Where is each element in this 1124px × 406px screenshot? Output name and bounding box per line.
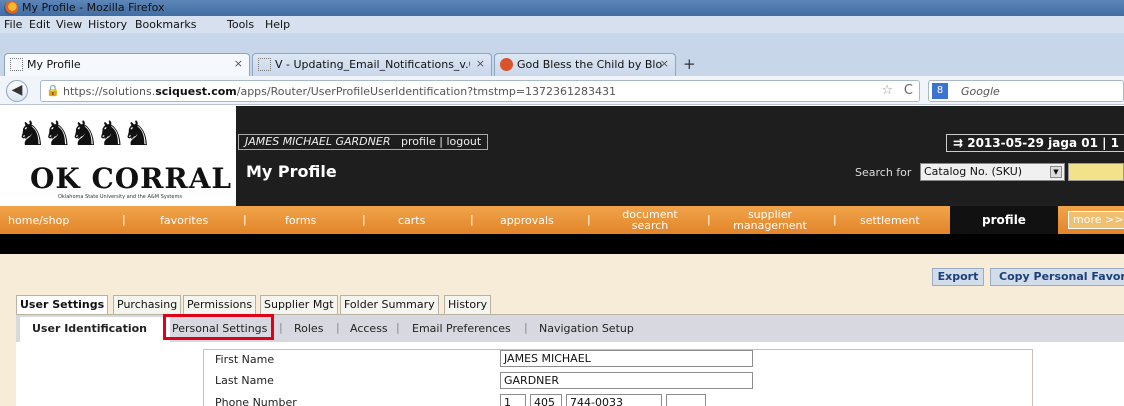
subtab-navigation-setup[interactable]: Navigation Setup bbox=[539, 322, 634, 335]
subtab-roles[interactable]: Roles bbox=[294, 322, 323, 335]
chevron-down-icon: ▼ bbox=[1050, 166, 1062, 178]
new-tab-button[interactable]: + bbox=[683, 55, 696, 73]
page-icon bbox=[10, 58, 23, 71]
app-header: ♞♞♞♞♞ OK CORRAL Oklahoma State Universit… bbox=[0, 106, 1124, 206]
phone-number-label: Phone Number bbox=[215, 396, 297, 406]
menu-tools[interactable]: Tools bbox=[227, 18, 254, 31]
tab-user-settings[interactable]: User Settings bbox=[16, 295, 109, 314]
window-title-bar: My Profile - Mozilla Firefox bbox=[0, 0, 1124, 16]
export-button[interactable]: Export bbox=[932, 268, 984, 286]
menu-bookmarks[interactable]: Bookmarks bbox=[135, 18, 196, 31]
site-icon bbox=[500, 58, 513, 71]
nav-carts[interactable]: carts bbox=[398, 215, 425, 226]
nav-home-shop[interactable]: home/shop bbox=[8, 215, 69, 226]
subtab-email-preferences[interactable]: Email Preferences bbox=[412, 322, 511, 335]
reload-icon[interactable]: C bbox=[904, 83, 913, 98]
tab-close-icon[interactable]: × bbox=[660, 57, 669, 70]
url-bar[interactable]: 🔒 https://solutions.sciquest.com/apps/Ro… bbox=[40, 80, 920, 102]
page-title: My Profile bbox=[246, 162, 337, 181]
menu-history[interactable]: History bbox=[88, 18, 127, 31]
nav-supplier-management[interactable]: supplier management bbox=[720, 209, 820, 231]
riders-logo-graphic: ♞♞♞♞♞ bbox=[16, 114, 152, 154]
tab-god-bless-the-child[interactable]: God Bless the Child by Blood, Sweat ... … bbox=[494, 53, 676, 76]
header-divider-band bbox=[0, 234, 1124, 254]
firefox-icon bbox=[4, 1, 18, 15]
page-icon bbox=[258, 58, 271, 71]
logo-tagline: Oklahoma State University and the A&M Sy… bbox=[58, 194, 182, 200]
last-name-field[interactable]: GARDNER bbox=[500, 372, 753, 389]
lock-icon: 🔒 bbox=[46, 84, 60, 97]
user-box: JAMES MICHAEL GARDNER profile | logout bbox=[238, 134, 489, 150]
nav-favorites[interactable]: favorites bbox=[160, 215, 208, 226]
nav-more[interactable]: more >> bbox=[1068, 211, 1124, 229]
tab-permissions[interactable]: Permissions bbox=[183, 295, 257, 314]
tab-close-icon[interactable]: × bbox=[476, 57, 485, 70]
tab-purchasing[interactable]: Purchasing bbox=[113, 295, 182, 314]
phone-area-field[interactable]: 405 bbox=[530, 394, 562, 406]
tab-supplier-mgt[interactable]: Supplier Mgt bbox=[260, 295, 338, 314]
phone-country-field[interactable]: 1 bbox=[500, 394, 526, 406]
phone-number-field[interactable]: 744-0033 bbox=[566, 394, 662, 406]
menu-bar: File Edit View History Bookmarks Tools H… bbox=[0, 16, 1124, 33]
red-highlight-box bbox=[163, 314, 274, 340]
subtab-user-identification[interactable]: User Identification bbox=[32, 322, 147, 335]
bookmark-star-icon[interactable]: ☆ bbox=[881, 83, 893, 98]
menu-view[interactable]: View bbox=[56, 18, 82, 31]
logout-link[interactable]: logout bbox=[446, 135, 481, 148]
user-name: JAMES MICHAEL GARDNER bbox=[245, 135, 391, 148]
google-icon[interactable]: 8 bbox=[932, 83, 948, 99]
tab-my-profile[interactable]: My Profile × bbox=[4, 53, 250, 76]
first-name-label: First Name bbox=[215, 353, 275, 366]
nav-settlement[interactable]: settlement bbox=[860, 215, 920, 226]
cart-date-box[interactable]: ⇉ 2013-05-29 jaga 01 | 1 bbox=[946, 134, 1124, 152]
back-button[interactable]: ◀ bbox=[6, 80, 28, 102]
url-text: https://solutions.sciquest.com/apps/Rout… bbox=[63, 85, 617, 98]
tab-history[interactable]: History bbox=[444, 295, 492, 314]
tab-updating-email[interactable]: V - Updating_Email_Notifications_v.0....… bbox=[252, 53, 492, 76]
logo-text: OK CORRAL bbox=[30, 162, 233, 195]
search-for-label: Search for bbox=[855, 166, 912, 179]
browser-tab-strip: My Profile × V - Updating_Email_Notifica… bbox=[0, 33, 1124, 76]
tab-folder-summary[interactable]: Folder Summary bbox=[340, 295, 439, 314]
tab-close-icon[interactable]: × bbox=[234, 57, 243, 70]
nav-document-search[interactable]: document search bbox=[610, 209, 690, 231]
search-type-select[interactable]: Catalog No. (SKU) ▼ bbox=[920, 163, 1065, 181]
main-nav: home/shop | favorites | forms | carts | … bbox=[0, 206, 1124, 234]
menu-file[interactable]: File bbox=[4, 18, 22, 31]
nav-approvals[interactable]: approvals bbox=[500, 215, 554, 226]
search-placeholder: Google bbox=[961, 85, 1000, 98]
profile-link[interactable]: profile bbox=[401, 135, 436, 148]
subtab-access[interactable]: Access bbox=[350, 322, 388, 335]
menu-edit[interactable]: Edit bbox=[29, 18, 50, 31]
search-bar[interactable]: 8 Google bbox=[928, 80, 1124, 102]
last-name-label: Last Name bbox=[215, 374, 274, 387]
phone-extension-field[interactable] bbox=[666, 394, 706, 406]
navigation-bar: ◀ 🔒 https://solutions.sciquest.com/apps/… bbox=[0, 76, 1124, 105]
first-name-field[interactable]: JAMES MICHAEL bbox=[500, 350, 753, 367]
window-title: My Profile - Mozilla Firefox bbox=[22, 1, 165, 14]
nav-profile[interactable]: profile bbox=[950, 206, 1058, 234]
ok-corral-logo[interactable]: ♞♞♞♞♞ OK CORRAL Oklahoma State Universit… bbox=[0, 106, 236, 206]
copy-personal-favorites-button[interactable]: Copy Personal Favorite bbox=[990, 268, 1124, 286]
search-input[interactable] bbox=[1068, 163, 1124, 181]
menu-help[interactable]: Help bbox=[265, 18, 290, 31]
nav-forms[interactable]: forms bbox=[285, 215, 316, 226]
